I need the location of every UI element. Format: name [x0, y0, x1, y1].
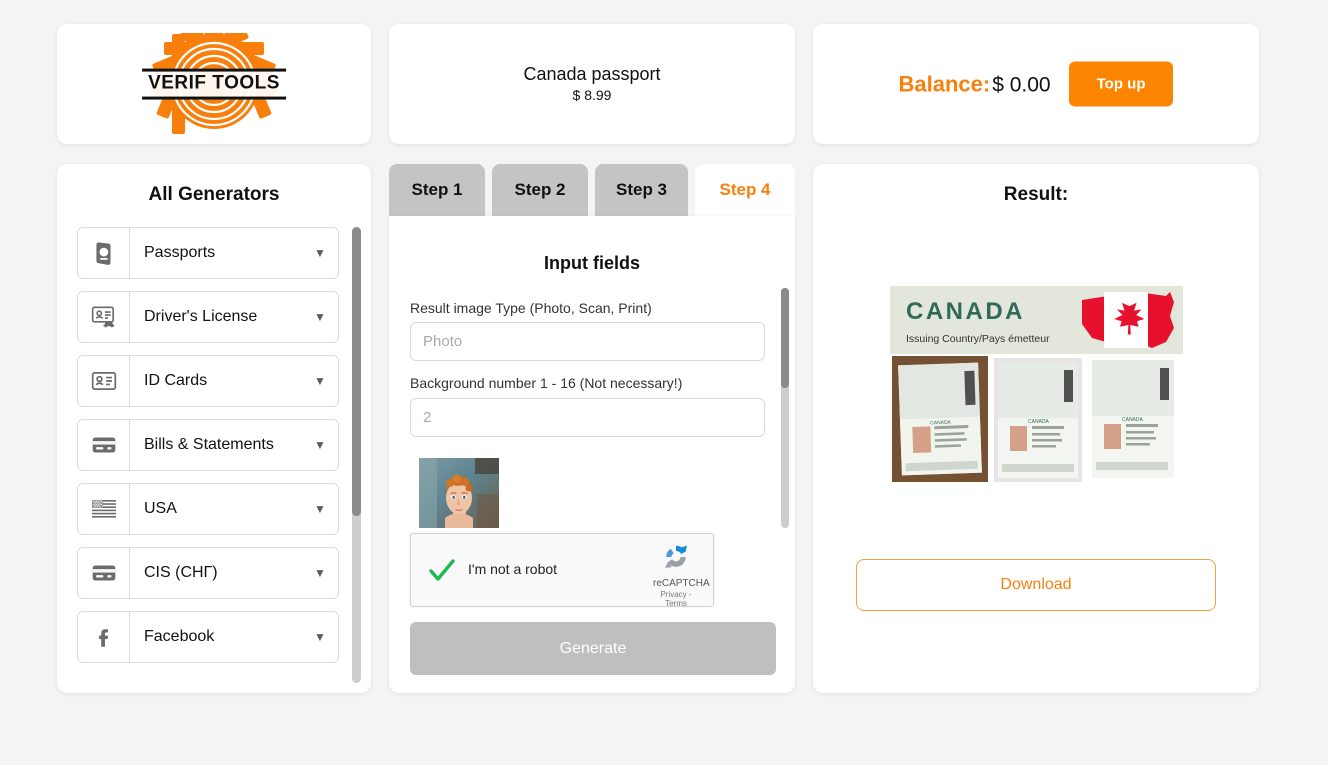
- svg-text:CANADA: CANADA: [1122, 417, 1144, 423]
- result-subtitle-label: Issuing Country/Pays émetteur: [906, 333, 1050, 345]
- all-generators-panel: All Generators Passports ▼ Driver's Licens…: [57, 164, 371, 693]
- balance-label-group: Balance: $ 0.00: [899, 71, 1051, 97]
- app-root: VERIF TOOLS Canada passport $ 8.99 Balan…: [0, 0, 1328, 765]
- svg-text:CANADA: CANADA: [1028, 419, 1050, 425]
- tab-step-3[interactable]: Step 3: [595, 164, 688, 216]
- balance-amount: $ 0.00: [992, 73, 1051, 96]
- sidebar-item-id-cards[interactable]: ID Cards ▼: [77, 355, 339, 407]
- chevron-down-icon[interactable]: ▼: [302, 548, 338, 598]
- result-country-label: CANADA: [906, 298, 1025, 325]
- facebook-icon: [78, 612, 130, 662]
- background-number-input[interactable]: [410, 398, 765, 437]
- passport-icon: [78, 228, 130, 278]
- step-tabs[interactable]: Step 1 Step 2 Step 3 Step 4: [389, 164, 795, 216]
- sidebar-scrollbar-thumb[interactable]: [352, 227, 361, 516]
- top-up-button[interactable]: Top up: [1068, 61, 1174, 107]
- id-card-icon: [78, 356, 130, 406]
- result-image-type-input[interactable]: [410, 322, 765, 361]
- result-preview-image[interactable]: CANADA Issuing Country/Pays émetteur CAN…: [890, 286, 1183, 504]
- logo[interactable]: VERIF TOOLS: [57, 33, 371, 135]
- uploaded-photo-thumbnail[interactable]: [419, 458, 499, 528]
- chevron-down-icon[interactable]: ▼: [302, 356, 338, 406]
- sidebar-item-cis[interactable]: CIS (СНГ) ▼: [77, 547, 339, 599]
- sidebar-item-label: CIS (СНГ): [144, 564, 218, 581]
- sidebar-item-bills-statements[interactable]: Bills & Statements ▼: [77, 419, 339, 471]
- sidebar-item-label: Passports: [144, 244, 216, 261]
- chevron-down-icon[interactable]: ▼: [302, 228, 338, 278]
- document-title: Canada passport: [523, 64, 661, 84]
- result-title: Result:: [1003, 184, 1069, 205]
- sidebar-item-label: Driver's License: [144, 308, 258, 325]
- generators-list[interactable]: Passports ▼ Driver's License ▼ ID Cards ▼ Bill…: [77, 227, 351, 683]
- document-price: $ 8.99: [572, 87, 612, 103]
- balance-label: Balance:: [898, 71, 991, 96]
- form-heading: Input fields: [544, 253, 640, 273]
- recaptcha-widget[interactable]: I'm not a robot reCAPTCHA Privacy - Term…: [410, 533, 714, 608]
- sidebar-item-facebook[interactable]: Facebook ▼: [77, 611, 339, 663]
- result-image-type-label: Result image Type (Photo, Scan, Print): [410, 300, 652, 316]
- credit-card-icon: [78, 420, 130, 470]
- svg-text:CANADA: CANADA: [930, 420, 952, 427]
- chevron-down-icon[interactable]: ▼: [302, 420, 338, 470]
- recaptcha-links[interactable]: Privacy - Terms: [653, 590, 699, 608]
- credit-card-icon: [78, 548, 130, 598]
- recaptcha-logo: reCAPTCHA Privacy - Terms: [653, 542, 710, 608]
- balance-card: Balance: $ 0.00 Top up: [813, 24, 1259, 144]
- usa-flag-icon: [78, 484, 130, 534]
- background-number-label: Background number 1 - 16 (Not necessary!…: [410, 375, 683, 391]
- sidebar-item-label: USA: [144, 500, 177, 517]
- input-fields-panel: Input fields Result image Type (Photo, S…: [389, 216, 795, 693]
- generate-button[interactable]: Generate: [410, 622, 776, 675]
- recaptcha-checked-icon[interactable]: [427, 556, 457, 586]
- recaptcha-brand: reCAPTCHA: [653, 578, 710, 589]
- sidebar-item-label: Bills & Statements: [144, 436, 274, 453]
- tab-step-1[interactable]: Step 1: [389, 164, 485, 216]
- result-panel: Result: CANADA Issuing Country/Pays émet…: [813, 164, 1259, 693]
- drivers-license-icon: [78, 292, 130, 342]
- logo-text: VERIF TOOLS: [142, 68, 286, 100]
- sidebar-item-label: ID Cards: [144, 372, 208, 389]
- download-button[interactable]: Download: [856, 559, 1216, 611]
- tab-step-4[interactable]: Step 4: [695, 164, 795, 216]
- logo-card: VERIF TOOLS: [57, 24, 371, 144]
- recaptcha-label: I'm not a robot: [468, 561, 558, 577]
- sidebar-item-passports[interactable]: Passports ▼: [77, 227, 339, 279]
- chevron-down-icon[interactable]: ▼: [302, 484, 338, 534]
- chevron-down-icon[interactable]: ▼: [302, 612, 338, 662]
- chevron-down-icon[interactable]: ▼: [302, 292, 338, 342]
- sidebar-item-label: Facebook: [144, 628, 215, 645]
- sidebar-item-usa[interactable]: USA ▼: [77, 483, 339, 535]
- recaptcha-icon: [665, 545, 687, 568]
- document-title-card: Canada passport $ 8.99: [389, 24, 795, 144]
- tab-step-2[interactable]: Step 2: [492, 164, 588, 216]
- form-scrollbar-thumb[interactable]: [781, 288, 789, 388]
- sidebar-item-driver-s-license[interactable]: Driver's License ▼: [77, 291, 339, 343]
- sidebar-title: All Generators: [148, 184, 280, 205]
